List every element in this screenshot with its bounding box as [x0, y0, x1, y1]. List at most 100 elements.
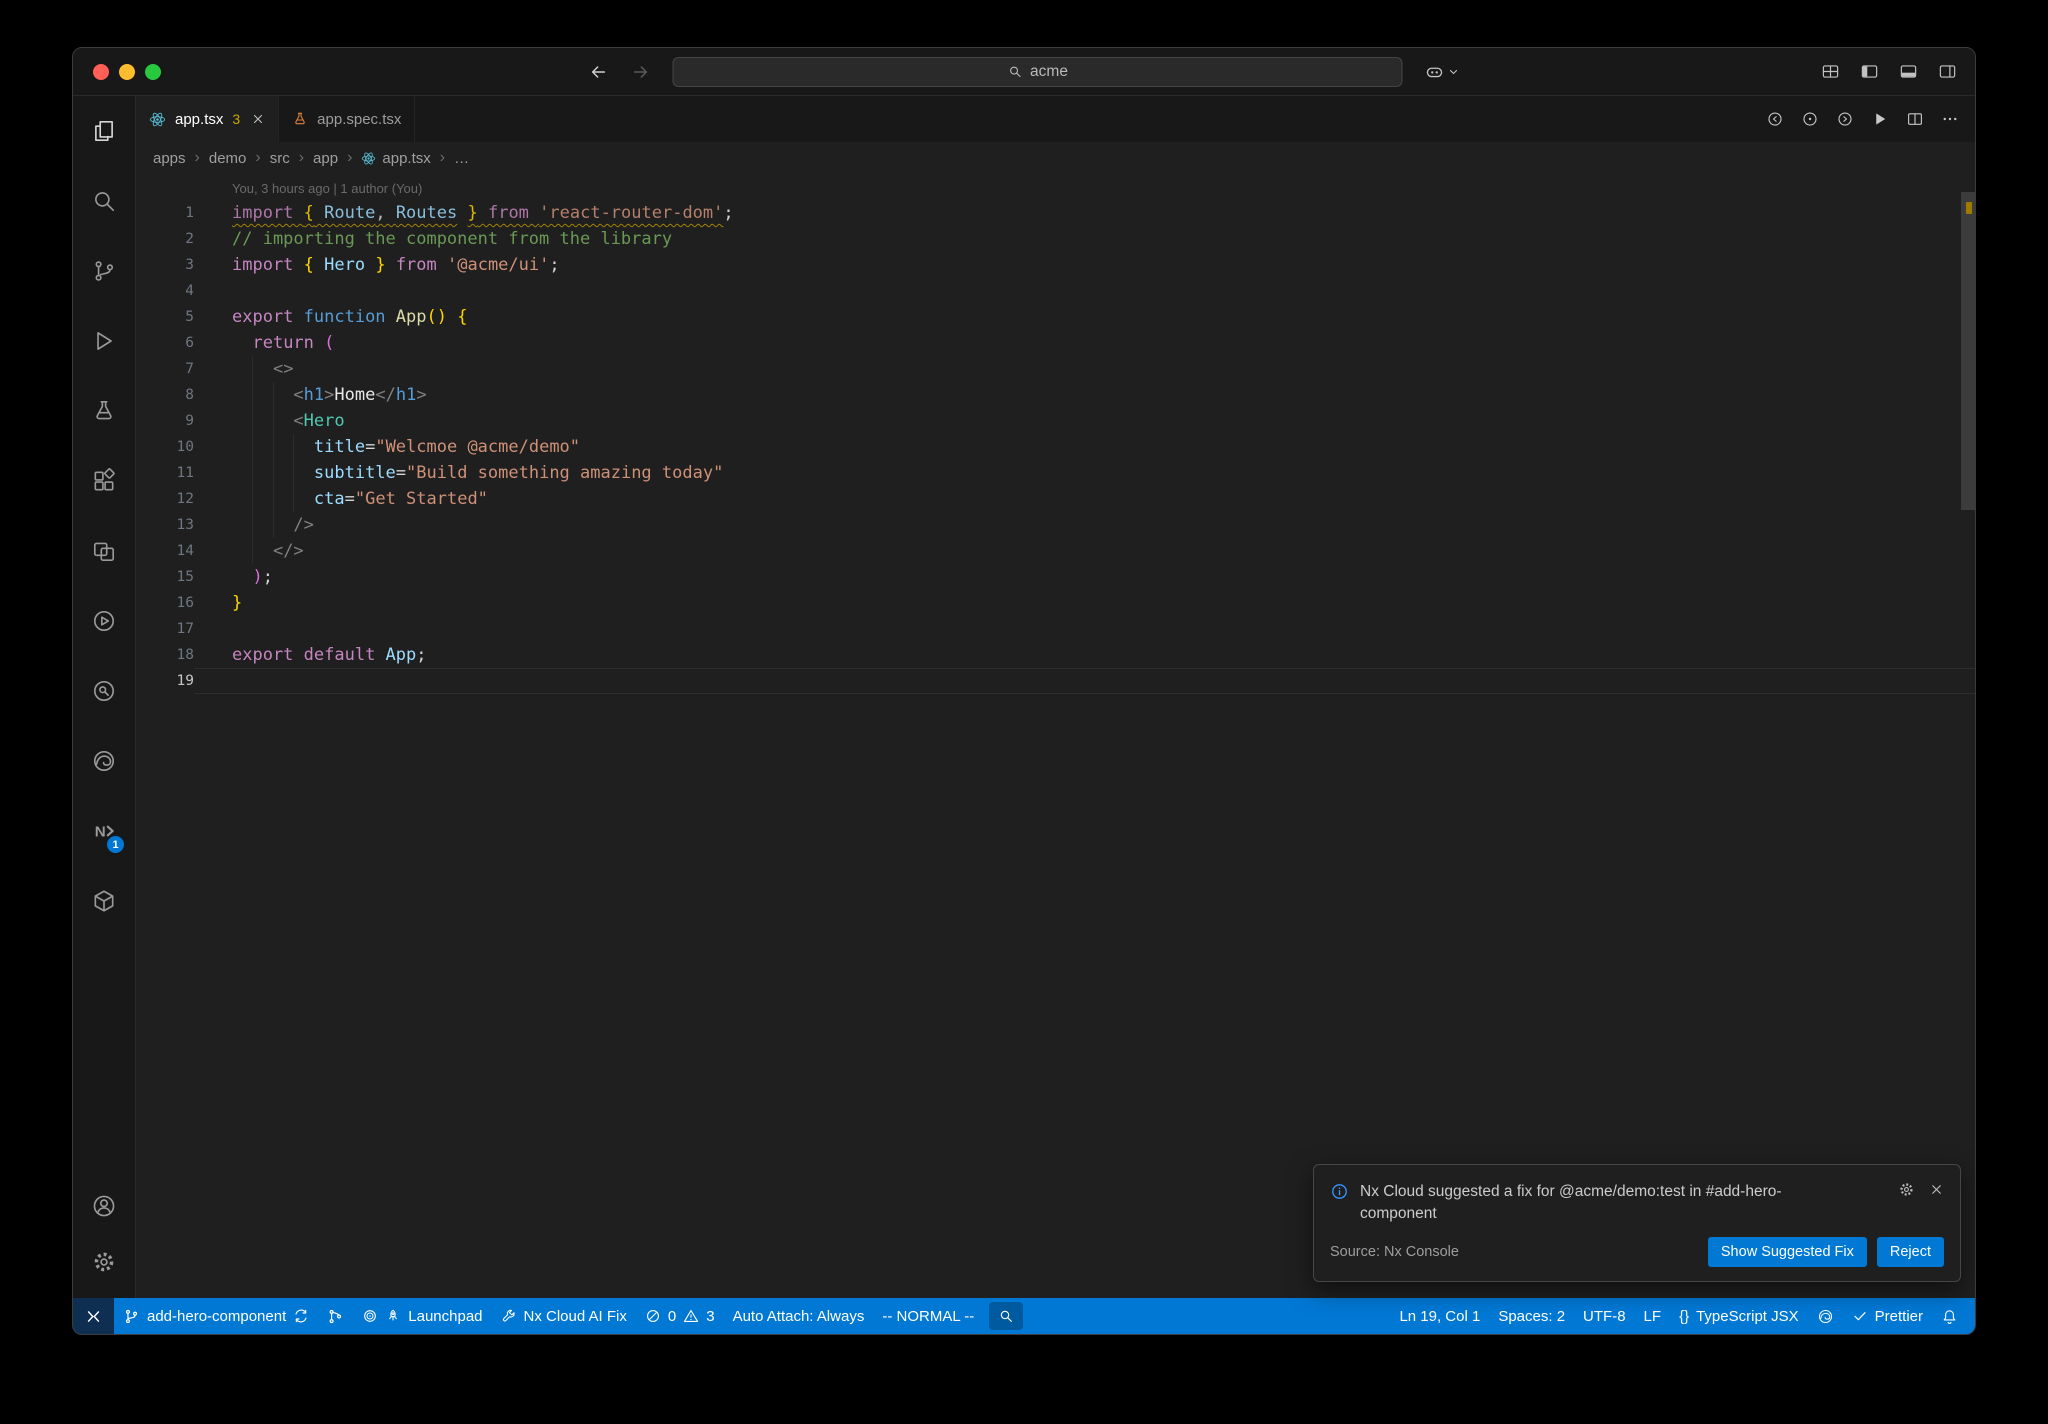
sidebar-item-remote-explorer[interactable]: [73, 516, 135, 586]
customize-layout-icon[interactable]: [1821, 62, 1840, 81]
nav-dot-circle-icon[interactable]: [1801, 110, 1819, 128]
sidebar-item-source-control[interactable]: [73, 236, 135, 306]
line-number[interactable]: 10: [136, 434, 194, 460]
code-line-10[interactable]: 10 title="Welcmoe @acme/demo": [136, 434, 1975, 460]
run-file-icon[interactable]: [1871, 110, 1889, 128]
toggle-panel-icon[interactable]: [1899, 62, 1918, 81]
breadcrumb-item-symbol[interactable]: …: [454, 150, 469, 167]
code-line-16[interactable]: 16}: [136, 590, 1975, 616]
sidebar-item-edge-browser[interactable]: [73, 726, 135, 796]
code-line-5[interactable]: 5 export function App() {: [136, 304, 1975, 330]
sidebar-item-run-target[interactable]: [73, 586, 135, 656]
breadcrumb-item[interactable]: app: [313, 150, 338, 167]
git-branch-item[interactable]: add-hero-component: [114, 1298, 318, 1334]
search-status-item[interactable]: [989, 1302, 1024, 1330]
code-line-8[interactable]: 8 <h1>Home</h1>: [136, 382, 1975, 408]
code-line-12[interactable]: 12 cta="Get Started": [136, 486, 1975, 512]
breadcrumb-item[interactable]: apps: [153, 150, 186, 167]
line-number[interactable]: 9: [136, 408, 194, 434]
history-forward-icon[interactable]: [631, 62, 651, 82]
formatter-item[interactable]: Prettier: [1843, 1298, 1932, 1334]
eol-item[interactable]: LF: [1635, 1298, 1671, 1334]
code-line-4[interactable]: 4: [136, 278, 1975, 304]
code-line-18[interactable]: 18 export default App;: [136, 642, 1975, 668]
code-line-7[interactable]: 7 <>: [136, 356, 1975, 382]
history-back-icon[interactable]: [589, 62, 609, 82]
code-line-15[interactable]: 15 );: [136, 564, 1975, 590]
sidebar-item-explorer[interactable]: [73, 96, 135, 166]
reject-button[interactable]: Reject: [1876, 1237, 1944, 1267]
show-suggested-fix-button[interactable]: Show Suggested Fix: [1707, 1237, 1867, 1267]
line-number[interactable]: 7: [136, 356, 194, 382]
sidebar-item-inspect[interactable]: [73, 656, 135, 726]
tab-app-tsx[interactable]: app.tsx 3: [136, 96, 280, 142]
code-editor[interactable]: You, 3 hours ago | 1 author (You) 1 impor…: [136, 174, 1975, 1298]
browser-preview-item[interactable]: [1808, 1298, 1843, 1334]
code-line-2[interactable]: 2 // importing the component from the lib…: [136, 226, 1975, 252]
line-number[interactable]: 15: [136, 564, 194, 590]
line-number[interactable]: 1: [136, 200, 194, 226]
launchpad-item[interactable]: Launchpad: [353, 1298, 491, 1334]
line-number[interactable]: 16: [136, 590, 194, 616]
settings-button[interactable]: [73, 1234, 135, 1290]
line-number[interactable]: 14: [136, 538, 194, 564]
line-number[interactable]: 6: [136, 330, 194, 356]
nav-back-circle-icon[interactable]: [1766, 110, 1784, 128]
line-number[interactable]: 12: [136, 486, 194, 512]
code-line-13[interactable]: 13 />: [136, 512, 1975, 538]
code-line-3[interactable]: 3 import { Hero } from '@acme/ui';: [136, 252, 1975, 278]
encoding-item[interactable]: UTF-8: [1574, 1298, 1635, 1334]
code-line-9[interactable]: 9 <Hero: [136, 408, 1975, 434]
line-number[interactable]: 17: [136, 616, 194, 642]
notifications-bell-item[interactable]: [1932, 1298, 1967, 1334]
notification-settings-gear-icon[interactable]: [1898, 1181, 1915, 1198]
breadcrumb-item[interactable]: demo: [209, 150, 247, 167]
cursor-position-item[interactable]: Ln 19, Col 1: [1390, 1298, 1489, 1334]
line-number[interactable]: 4: [136, 278, 194, 304]
toggle-sidebar-right-icon[interactable]: [1938, 62, 1957, 81]
sync-icon[interactable]: [293, 1308, 309, 1324]
notification-close-icon[interactable]: [1929, 1182, 1944, 1197]
nav-forward-circle-icon[interactable]: [1836, 110, 1854, 128]
code-line-19[interactable]: 19: [136, 668, 1975, 694]
line-number[interactable]: 3: [136, 252, 194, 278]
sidebar-item-nx-console[interactable]: N 1: [73, 796, 135, 866]
sidebar-item-extensions[interactable]: [73, 446, 135, 516]
auto-attach-item[interactable]: Auto Attach: Always: [724, 1298, 874, 1334]
line-number[interactable]: 8: [136, 382, 194, 408]
problems-item[interactable]: 0 3: [636, 1298, 724, 1334]
line-number[interactable]: 18: [136, 642, 194, 668]
vim-mode-item[interactable]: -- NORMAL --: [873, 1298, 983, 1334]
tab-close-icon[interactable]: [251, 112, 265, 126]
zoom-window-button[interactable]: [145, 63, 161, 80]
line-number[interactable]: 11: [136, 460, 194, 486]
accounts-button[interactable]: [73, 1178, 135, 1234]
split-editor-icon[interactable]: [1906, 110, 1924, 128]
line-number[interactable]: 13: [136, 512, 194, 538]
indentation-item[interactable]: Spaces: 2: [1489, 1298, 1574, 1334]
breadcrumb-item-file[interactable]: app.tsx: [361, 150, 431, 167]
scrollbar-thumb[interactable]: [1961, 192, 1975, 510]
toggle-sidebar-left-icon[interactable]: [1860, 62, 1879, 81]
line-number[interactable]: 2: [136, 226, 194, 252]
sidebar-item-package-explorer[interactable]: [73, 866, 135, 936]
sidebar-item-run-debug[interactable]: [73, 306, 135, 376]
command-center-search[interactable]: acme: [672, 56, 1403, 87]
commit-graph-item[interactable]: [318, 1298, 353, 1334]
line-number[interactable]: 19: [136, 668, 194, 694]
minimize-window-button[interactable]: [119, 63, 135, 80]
tab-app-spec-tsx[interactable]: app.spec.tsx: [279, 96, 416, 142]
code-line-11[interactable]: 11 subtitle="Build something amazing tod…: [136, 460, 1975, 486]
remote-indicator[interactable]: [73, 1298, 114, 1334]
code-line-1[interactable]: 1 import { Route, Routes } from 'react-ro…: [136, 200, 1975, 226]
nx-cloud-ai-fix-item[interactable]: Nx Cloud AI Fix: [492, 1298, 636, 1334]
sidebar-item-search[interactable]: [73, 166, 135, 236]
line-number[interactable]: 5: [136, 304, 194, 330]
breadcrumb-item[interactable]: src: [270, 150, 290, 167]
code-line-6[interactable]: 6 return (: [136, 330, 1975, 356]
more-actions-icon[interactable]: [1941, 110, 1959, 128]
code-line-14[interactable]: 14 </>: [136, 538, 1975, 564]
language-mode-item[interactable]: {} TypeScript JSX: [1670, 1298, 1808, 1334]
copilot-menu[interactable]: [1425, 62, 1460, 82]
code-line-17[interactable]: 17: [136, 616, 1975, 642]
